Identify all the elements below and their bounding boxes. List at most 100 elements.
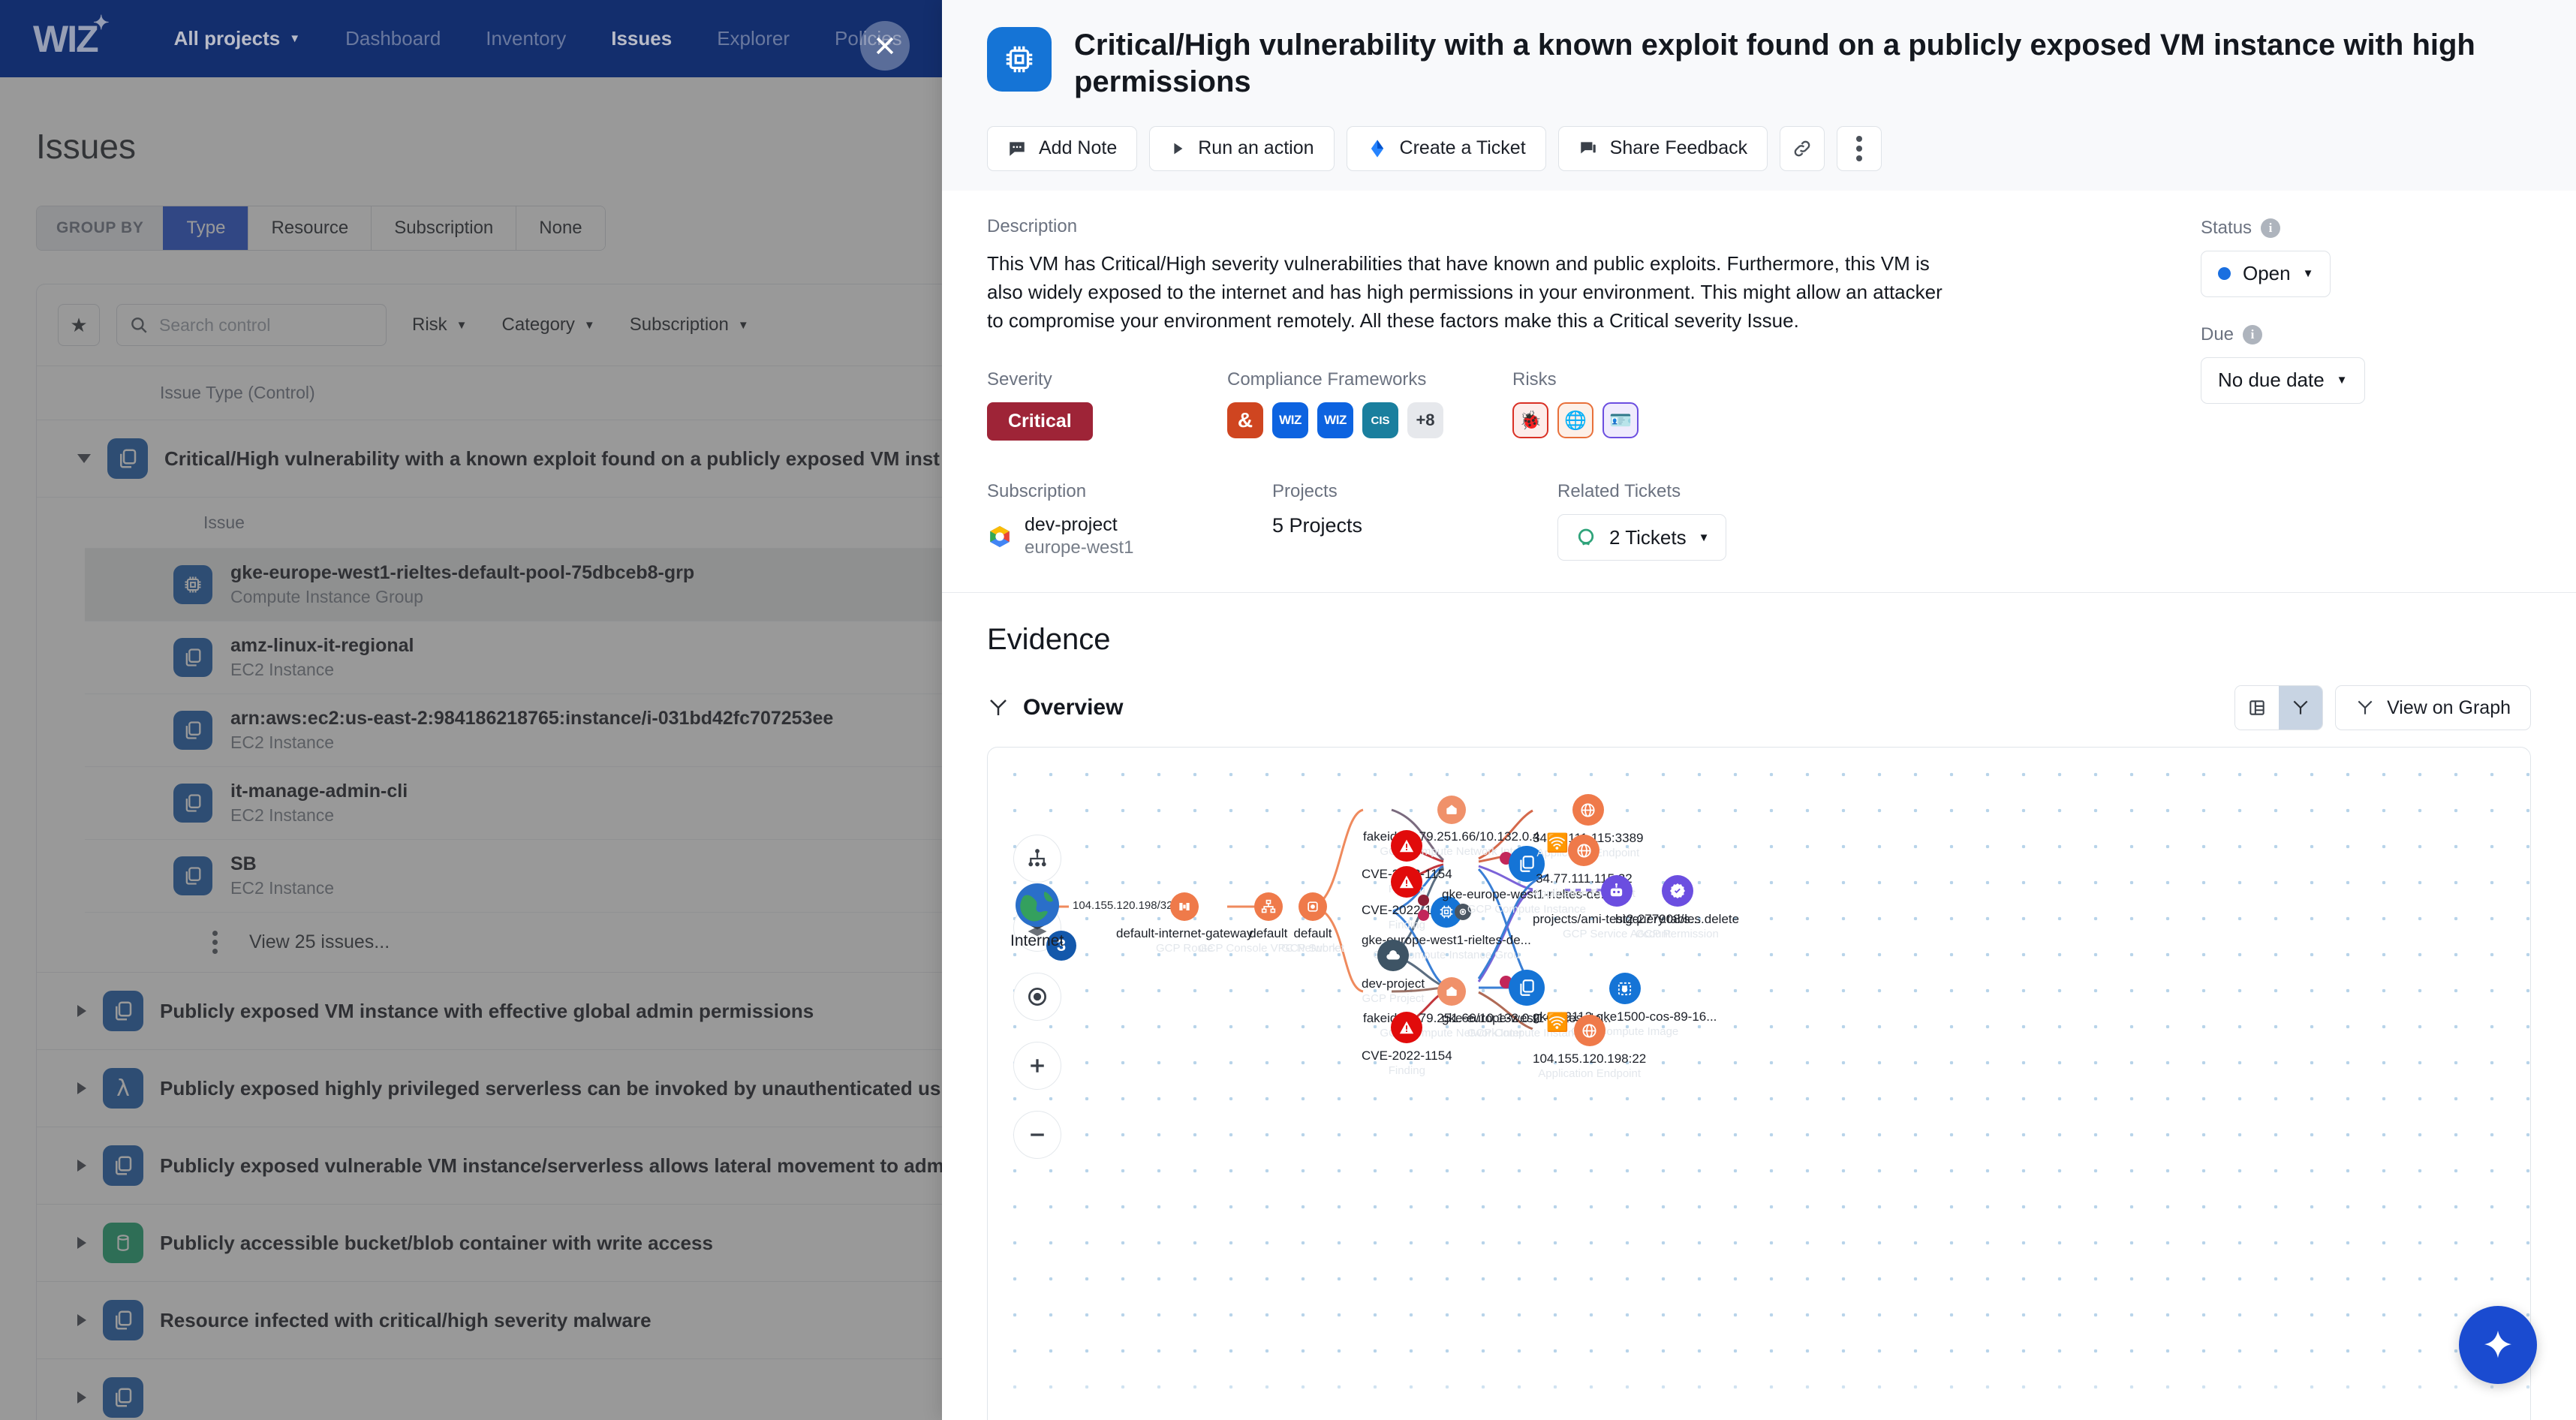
issue-list-item[interactable]: it-manage-admin-cli EC2 Instance	[85, 766, 1071, 839]
nav-item-dashboard[interactable]: Dashboard	[323, 27, 463, 50]
related-tickets-dropdown[interactable]: 2 Tickets ▼	[1557, 514, 1727, 561]
copy-icon	[173, 638, 212, 677]
gateway-icon	[1170, 892, 1199, 922]
graph-node-subnet-default[interactable]: default GCP Subnet	[1281, 892, 1344, 955]
nav-label-inventory: Inventory	[486, 27, 567, 50]
filter-category-label: Category	[501, 314, 575, 335]
nav-item-inventory[interactable]: Inventory	[463, 27, 588, 50]
issue-group-row[interactable]	[37, 1358, 1071, 1420]
chevron-right-icon[interactable]	[77, 1005, 86, 1017]
group-by-option-none[interactable]: None	[516, 206, 605, 250]
status-label-text: Status	[2201, 217, 2252, 238]
evidence-overview-tab[interactable]: Overview	[987, 695, 1123, 721]
view-on-graph-button[interactable]: View on Graph	[2335, 685, 2531, 731]
graph-node-cve-3[interactable]: CVE-2022-1154 Finding	[1362, 1012, 1452, 1077]
globe-icon[interactable]: 🌐	[1557, 402, 1593, 439]
nav-item-issues[interactable]: Issues	[588, 27, 694, 50]
issue-list-item[interactable]: amz-linux-it-regional EC2 Instance	[85, 621, 1071, 693]
filter-risk[interactable]: Risk ▼	[403, 314, 477, 335]
chevron-right-icon[interactable]	[77, 1160, 86, 1172]
chip-icon	[173, 565, 212, 604]
graph-node-endpoint-104[interactable]: 104.155.120.198:22 Application Endpoint	[1533, 1015, 1646, 1080]
run-an-action-button[interactable]: Run an action	[1149, 125, 1335, 171]
ai-assistant-button[interactable]	[2459, 1306, 2537, 1384]
graph-node-permission[interactable]: bigquery.tables.delete GCP Permission	[1615, 875, 1739, 940]
graph-view-icon[interactable]	[2279, 686, 2323, 730]
chevron-right-icon[interactable]	[77, 1082, 86, 1094]
copy-icon	[107, 438, 148, 479]
projects-value: 5 Projects	[1272, 514, 1363, 537]
filter-subscription-label: Subscription	[629, 314, 729, 335]
copy-icon	[103, 1145, 143, 1186]
close-panel-button[interactable]	[860, 21, 910, 71]
risks-label: Risks	[1512, 369, 1557, 390]
nav-item-all-projects[interactable]: All projects ▼	[152, 27, 323, 50]
chevron-right-icon[interactable]	[77, 1237, 86, 1249]
issue-item-name: it-manage-admin-cli	[230, 781, 408, 802]
issue-group-row[interactable]: Publicly accessible bucket/blob containe…	[37, 1204, 1071, 1281]
issue-item-name: arn:aws:ec2:us-east-2:984186218765:insta…	[230, 708, 834, 729]
focus-icon[interactable]	[1013, 973, 1061, 1021]
issue-list-item[interactable]: SB EC2 Instance	[85, 839, 1071, 912]
info-icon[interactable]: i	[2261, 218, 2281, 238]
bug-icon[interactable]: 🐞	[1512, 402, 1548, 439]
group-by-option-type[interactable]: Type	[163, 206, 248, 250]
issue-group-row[interactable]: Critical/High vulnerability with a known…	[37, 420, 1071, 497]
add-note-button[interactable]: Add Note	[987, 125, 1138, 171]
compliance-badge-cis[interactable]: CIS	[1362, 402, 1398, 439]
info-icon[interactable]: i	[2243, 324, 2263, 344]
subscription-block: Subscription dev-project europe-west1	[987, 481, 1272, 561]
more-options-button[interactable]	[1837, 125, 1882, 171]
more-options-icon	[1856, 135, 1863, 161]
severity-block: Severity Critical	[987, 369, 1227, 441]
compliance-badge-wiz-1[interactable]: WIZ	[1272, 402, 1308, 439]
risks-block: Risks 🐞 🌐 🪪	[1512, 369, 1753, 441]
play-icon	[1174, 143, 1183, 154]
search-input[interactable]: Search control	[116, 304, 387, 346]
compliance-badge-more[interactable]: +8	[1407, 402, 1443, 439]
issue-list-item[interactable]: gke-europe-west1-rieltes-default-pool-75…	[85, 548, 1071, 621]
compliance-badge-wiz-2[interactable]: WIZ	[1317, 402, 1353, 439]
view-more-issues-button[interactable]: View 25 issues...	[85, 912, 1071, 972]
issue-group-row[interactable]: Resource infected with critical/high sev…	[37, 1281, 1071, 1358]
projects-label: Projects	[1272, 481, 1338, 502]
graph-node-label: CVE-2022-1154	[1362, 1048, 1452, 1063]
zoom-out-icon[interactable]	[1013, 1111, 1061, 1160]
issue-group-row[interactable]: Publicly exposed VM instance with effect…	[37, 972, 1071, 1049]
description-text: This VM has Critical/High severity vulne…	[987, 251, 1943, 332]
share-feedback-button[interactable]: Share Feedback	[1557, 125, 1768, 171]
zoom-in-icon[interactable]	[1013, 1042, 1061, 1091]
subscription-label: Subscription	[987, 481, 1087, 502]
filter-subscription[interactable]: Subscription ▼	[621, 314, 758, 335]
layout-icon[interactable]	[1013, 835, 1061, 883]
chevron-right-icon[interactable]	[77, 1314, 86, 1326]
graph-edges	[1055, 808, 1615, 1030]
issue-group-row[interactable]: λ Publicly exposed highly privileged ser…	[37, 1049, 1071, 1127]
graph-node-sublabel: Application Endpoint	[1538, 1067, 1642, 1081]
table-column-header: Issue Type (Control)	[37, 366, 1071, 420]
chevron-right-icon[interactable]	[77, 1391, 86, 1403]
group-by-option-resource[interactable]: Resource	[248, 206, 372, 250]
nav-item-explorer[interactable]: Explorer	[694, 27, 812, 50]
copy-link-button[interactable]	[1780, 125, 1825, 171]
issue-group-title: Publicly exposed VM instance with effect…	[160, 999, 814, 1022]
panel-meta-section: Description This VM has Critical/High se…	[942, 190, 2576, 594]
compliance-badge-ampersand[interactable]: &	[1227, 402, 1263, 439]
graph-node-sublabel: GCP Subnet	[1281, 942, 1344, 955]
table-view-icon[interactable]	[2235, 686, 2280, 730]
create-a-ticket-button[interactable]: Create a Ticket	[1346, 125, 1546, 171]
group-by-option-subscription[interactable]: Subscription	[371, 206, 516, 250]
issue-list-item[interactable]: arn:aws:ec2:us-east-2:984186218765:insta…	[85, 693, 1071, 766]
lambda-icon: λ	[103, 1068, 143, 1109]
wiz-logo[interactable]: WIZ ✦	[33, 11, 110, 61]
filter-category[interactable]: Category ▼	[493, 314, 604, 335]
issue-item-type: Compute Instance Group	[230, 587, 423, 606]
graph-node-internet[interactable]: Internet	[1010, 883, 1064, 950]
status-dropdown[interactable]: Open ▼	[2201, 250, 2331, 297]
issue-group-row[interactable]: Publicly exposed vulnerable VM instance/…	[37, 1127, 1071, 1204]
due-date-dropdown[interactable]: No due date ▼	[2201, 357, 2365, 404]
identity-icon[interactable]: 🪪	[1602, 402, 1639, 439]
evidence-graph-canvas[interactable]: 3 104.155.120.198/32:22 Internet default…	[987, 747, 2531, 1420]
favorites-star-icon[interactable]: ★	[58, 304, 100, 346]
chevron-down-icon[interactable]	[77, 454, 91, 463]
